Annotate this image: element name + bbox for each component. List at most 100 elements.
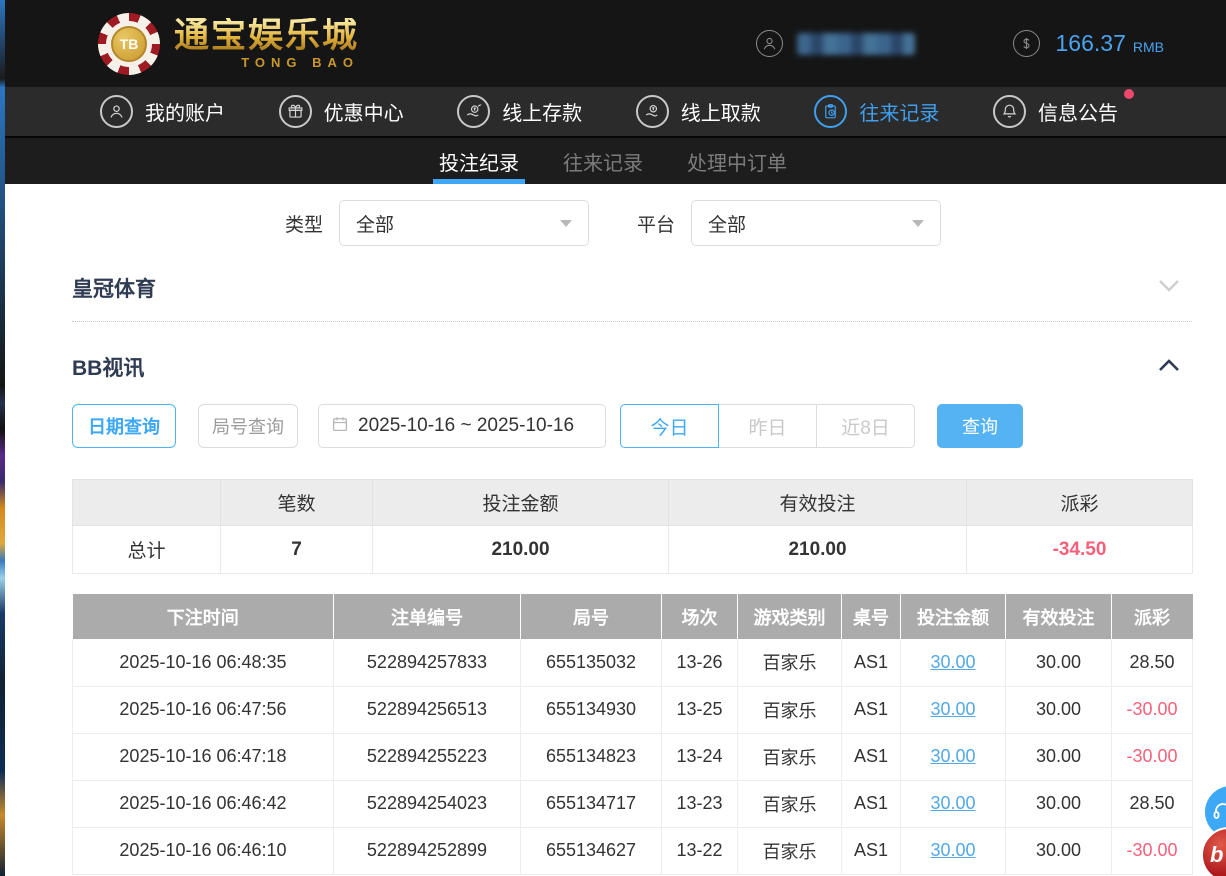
- brand-letter: b: [1210, 842, 1223, 868]
- bet-amount-link[interactable]: 30.00: [930, 840, 975, 860]
- search-button[interactable]: 查询: [937, 404, 1023, 448]
- chevron-down-icon: [912, 220, 924, 227]
- notification-dot: [1124, 89, 1134, 99]
- nav-label: 线上存款: [502, 97, 582, 126]
- user-avatar-icon[interactable]: [756, 30, 783, 57]
- col-header: 注单编号: [334, 594, 521, 639]
- order-number: 522894256513: [334, 686, 521, 733]
- nav-label: 我的账户: [145, 97, 225, 126]
- summary-header: [73, 480, 221, 526]
- logo-subtitle: TONG BAO: [174, 55, 359, 70]
- bet-amount-link[interactable]: 30.00: [930, 652, 975, 672]
- table-number: AS1: [842, 733, 901, 780]
- balance-group[interactable]: 166.37 RMB: [1013, 30, 1164, 57]
- session: 13-22: [662, 827, 738, 874]
- bet-amount-link[interactable]: 30.00: [930, 793, 975, 813]
- session: 13-24: [662, 733, 738, 780]
- bet-time: 2025-10-16 06:48:35: [73, 639, 334, 686]
- col-header: 下注时间: [73, 594, 334, 639]
- type-select[interactable]: 全部: [339, 200, 589, 246]
- summary-total-row: 总计 7 210.00 210.00 -34.50: [73, 526, 1193, 574]
- valid-bet: 30.00: [1006, 686, 1112, 733]
- table-row: 2025-10-16 06:47:18 522894255223 6551348…: [73, 733, 1193, 780]
- round-number: 655134717: [521, 780, 662, 827]
- summary-total-label: 总计: [73, 526, 221, 574]
- user-icon: [100, 95, 133, 128]
- chevron-up-icon[interactable]: [1158, 358, 1180, 377]
- payout: 28.50: [1112, 639, 1193, 686]
- nav-label: 往来记录: [859, 97, 939, 126]
- nav-item-announcements[interactable]: 信息公告: [993, 95, 1118, 128]
- withdraw-icon: [636, 95, 669, 128]
- section-bb-video[interactable]: BB视讯: [72, 352, 1192, 382]
- bet-amount-link[interactable]: 30.00: [930, 746, 975, 766]
- platform-select-value: 全部: [708, 210, 746, 237]
- chevron-down-icon[interactable]: [1158, 279, 1180, 298]
- type-filter-label: 类型: [285, 210, 323, 237]
- round-number: 655134823: [521, 733, 662, 780]
- date-range-input[interactable]: 2025-10-16 ~ 2025-10-16: [318, 404, 606, 448]
- query-controls: 日期查询 局号查询 2025-10-16 ~ 2025-10-16 今日 昨日 …: [72, 404, 1192, 448]
- section-crown-sports[interactable]: 皇冠体育: [72, 273, 1192, 303]
- username-redacted[interactable]: [797, 33, 915, 55]
- nav-item-records[interactable]: 往来记录: [814, 95, 939, 128]
- chevron-down-icon: [560, 220, 572, 227]
- tab-transaction-records[interactable]: 往来记录: [561, 138, 645, 184]
- dollar-coin-icon: [1013, 30, 1040, 57]
- last8days-button[interactable]: 近8日: [816, 404, 915, 448]
- payout: 28.50: [1112, 780, 1193, 827]
- summary-valid-bet: 210.00: [669, 526, 967, 574]
- nav-item-withdraw[interactable]: 线上取款: [636, 95, 761, 128]
- col-header: 派彩: [1112, 594, 1193, 639]
- valid-bet: 30.00: [1006, 780, 1112, 827]
- round-number: 655134930: [521, 686, 662, 733]
- table-header-row: 下注时间 注单编号 局号 场次 游戏类别 桌号 投注金额 有效投注 派彩: [73, 594, 1193, 639]
- bet-records-table: 下注时间 注单编号 局号 场次 游戏类别 桌号 投注金额 有效投注 派彩 202…: [72, 594, 1193, 875]
- col-header: 局号: [521, 594, 662, 639]
- nav-item-deposit[interactable]: 线上存款: [457, 95, 582, 128]
- game-type: 百家乐: [738, 780, 842, 827]
- type-select-value: 全部: [356, 210, 394, 237]
- bell-icon: [993, 95, 1026, 128]
- date-query-button[interactable]: 日期查询: [72, 404, 176, 448]
- tab-pending-orders[interactable]: 处理中订单: [685, 138, 789, 184]
- session: 13-26: [662, 639, 738, 686]
- platform-filter-label: 平台: [637, 210, 675, 237]
- nav-item-my-account[interactable]: 我的账户: [100, 95, 225, 128]
- valid-bet: 30.00: [1006, 827, 1112, 874]
- nav-label: 信息公告: [1038, 97, 1118, 126]
- bet-time: 2025-10-16 06:46:42: [73, 780, 334, 827]
- bet-amount-link[interactable]: 30.00: [930, 699, 975, 719]
- today-button[interactable]: 今日: [620, 404, 719, 448]
- payout: -30.00: [1112, 827, 1193, 874]
- date-range-value: 2025-10-16 ~ 2025-10-16: [358, 415, 574, 437]
- nav-label: 优惠中心: [324, 97, 404, 126]
- content-area: 类型 全部 平台 全部 皇冠体育 BB视讯 日期查询 局号查询 2025-10-…: [0, 200, 1226, 875]
- casino-chip-icon: TB: [98, 13, 160, 75]
- yesterday-button[interactable]: 昨日: [718, 404, 817, 448]
- round-number: 655134627: [521, 827, 662, 874]
- gift-icon: [279, 95, 312, 128]
- valid-bet: 30.00: [1006, 639, 1112, 686]
- order-number: 522894252899: [334, 827, 521, 874]
- tab-bet-records[interactable]: 投注纪录: [437, 138, 521, 184]
- platform-select[interactable]: 全部: [691, 200, 941, 246]
- summary-header-row: 笔数 投注金额 有效投注 派彩: [73, 480, 1193, 526]
- game-type: 百家乐: [738, 733, 842, 780]
- deposit-icon: [457, 95, 490, 128]
- table-row: 2025-10-16 06:46:42 522894254023 6551347…: [73, 780, 1193, 827]
- round-query-button[interactable]: 局号查询: [198, 404, 298, 448]
- nav-item-promotions[interactable]: 优惠中心: [279, 95, 404, 128]
- section-title: 皇冠体育: [72, 273, 156, 303]
- bet-time: 2025-10-16 06:47:18: [73, 733, 334, 780]
- table-number: AS1: [842, 686, 901, 733]
- site-logo[interactable]: TB 通宝娱乐城 TONG BAO: [98, 13, 359, 75]
- section-divider: [72, 321, 1192, 322]
- table-row: 2025-10-16 06:47:56 522894256513 6551349…: [73, 686, 1193, 733]
- record-subtabs: 投注纪录 往来记录 处理中订单: [0, 136, 1226, 184]
- section-title: BB视讯: [72, 352, 144, 382]
- logo-title: 通宝娱乐城: [174, 18, 359, 53]
- payout: -30.00: [1112, 733, 1193, 780]
- balance-currency: RMB: [1133, 39, 1164, 55]
- main-nav: 我的账户 优惠中心 线上存款 线上取款 往来记录 信息公告: [0, 87, 1226, 136]
